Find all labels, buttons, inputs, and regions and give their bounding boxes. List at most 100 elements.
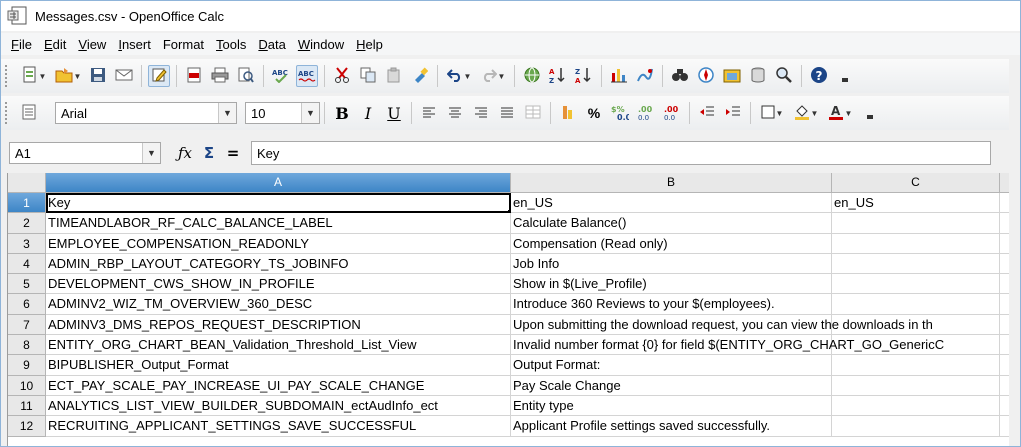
cell-c[interactable] <box>832 416 1000 437</box>
cell-d[interactable] <box>1000 294 1009 315</box>
cell-b[interactable]: Output Format: <box>511 355 832 376</box>
undo-button[interactable]: ▼ <box>444 65 474 87</box>
cut-button[interactable] <box>331 65 353 87</box>
cell-c[interactable]: en_US <box>832 193 1000 214</box>
cell-a[interactable]: ADMINV2_WIZ_TM_OVERVIEW_360_DESC <box>46 294 511 315</box>
menu-insert[interactable]: Insert <box>112 37 157 52</box>
menu-view[interactable]: View <box>72 37 112 52</box>
cell-b[interactable]: Job Info <box>511 253 832 275</box>
menu-edit[interactable]: Edit <box>38 37 72 52</box>
column-header-a[interactable]: A <box>46 173 511 193</box>
merge-cells-button[interactable] <box>522 102 544 124</box>
copy-button[interactable] <box>357 65 379 87</box>
autospellcheck-button[interactable]: ABC <box>296 65 318 87</box>
cell-b[interactable]: Entity type <box>511 395 832 417</box>
cell-b[interactable]: Pay Scale Change <box>511 375 832 396</box>
help-button[interactable]: ? <box>808 65 830 87</box>
name-box[interactable]: A1 ▼ <box>9 142 161 164</box>
redo-button[interactable]: ▼ <box>478 65 508 87</box>
row-header[interactable]: 6 <box>8 294 46 315</box>
row-header[interactable]: 8 <box>8 335 46 356</box>
cell-c[interactable] <box>832 274 1000 295</box>
background-color-button[interactable]: ▼ <box>791 102 821 124</box>
row-header[interactable]: 9 <box>8 355 46 376</box>
show-draw-functions-button[interactable] <box>634 65 656 87</box>
new-document-button[interactable]: ▼ <box>19 65 49 87</box>
column-header-d[interactable] <box>1000 173 1009 193</box>
cell-d[interactable] <box>1000 274 1009 295</box>
currency-format-button[interactable] <box>557 102 579 124</box>
cell-b[interactable]: Calculate Balance() <box>511 213 832 234</box>
cell-a[interactable]: Key <box>46 193 511 214</box>
sort-descending-button[interactable]: ZA <box>573 65 595 87</box>
cell-a[interactable]: ANALYTICS_LIST_VIEW_BUILDER_SUBDOMAIN_ec… <box>46 395 511 417</box>
menu-data[interactable]: Data <box>252 37 291 52</box>
chevron-down-icon[interactable]: ▼ <box>301 103 319 123</box>
italic-button[interactable]: I <box>357 102 379 124</box>
cell-d[interactable] <box>1000 335 1009 356</box>
chart-button[interactable] <box>608 65 630 87</box>
align-right-button[interactable] <box>470 102 492 124</box>
cell-a[interactable]: TIMEANDLABOR_RF_CALC_BALANCE_LABEL <box>46 213 511 234</box>
cell-a[interactable]: ENTITY_ORG_CHART_BEAN_Validation_Thresho… <box>46 335 511 356</box>
gallery-button[interactable] <box>721 65 743 87</box>
cell-b[interactable]: Compensation (Read only) <box>511 233 832 254</box>
save-button[interactable] <box>87 65 109 87</box>
row-header[interactable]: 2 <box>8 213 46 234</box>
cell-c[interactable] <box>832 355 1000 376</box>
cell-d[interactable] <box>1000 213 1009 234</box>
cell-d[interactable] <box>1000 315 1009 336</box>
cell-d[interactable] <box>1000 396 1009 417</box>
menu-format[interactable]: Format <box>157 37 210 52</box>
navigator-button[interactable] <box>695 65 717 87</box>
font-size-combobox[interactable]: 10 ▼ <box>245 102 320 124</box>
email-button[interactable] <box>113 65 135 87</box>
spellcheck-button[interactable]: ABC <box>270 65 292 87</box>
font-color-button[interactable]: A ▼ <box>825 102 855 124</box>
cell-a[interactable]: DEVELOPMENT_CWS_SHOW_IN_PROFILE <box>46 274 511 295</box>
cell-b[interactable]: Show in $(Live_Profile) <box>511 274 832 295</box>
increase-indent-button[interactable] <box>722 102 744 124</box>
column-header-c[interactable]: C <box>832 173 1000 193</box>
clone-formatting-button[interactable] <box>409 65 431 87</box>
align-left-button[interactable] <box>418 102 440 124</box>
chevron-down-icon[interactable]: ▼ <box>218 103 236 123</box>
justify-button[interactable] <box>496 102 518 124</box>
cell-d[interactable] <box>1000 234 1009 254</box>
cell-c[interactable] <box>832 395 1000 417</box>
cell-c[interactable] <box>832 213 1000 234</box>
paste-button[interactable] <box>383 65 405 87</box>
page-preview-button[interactable] <box>235 65 257 87</box>
open-button[interactable]: ▼ <box>53 65 83 87</box>
chevron-down-icon[interactable]: ▼ <box>142 143 160 163</box>
underline-button[interactable]: U <box>383 102 405 124</box>
formula-input[interactable]: Key <box>251 141 991 165</box>
toolbar-grip[interactable] <box>5 102 11 124</box>
row-header[interactable]: 5 <box>8 274 46 295</box>
styles-formatting-button[interactable] <box>19 102 41 124</box>
cell-a[interactable]: RECRUITING_APPLICANT_SETTINGS_SAVE_SUCCE… <box>46 416 511 437</box>
column-header-b[interactable]: B <box>511 173 832 193</box>
row-header[interactable]: 4 <box>8 253 46 275</box>
cell-a[interactable]: EMPLOYEE_COMPENSATION_READONLY <box>46 233 511 254</box>
function-wizard-button[interactable]: ƒx <box>173 142 197 164</box>
toolbar-grip[interactable] <box>5 65 11 87</box>
zoom-button[interactable] <box>773 65 795 87</box>
cell-d[interactable] <box>1000 355 1009 376</box>
row-header[interactable]: 10 <box>8 375 46 396</box>
delete-decimal-button[interactable]: .00 0.0 <box>661 102 683 124</box>
font-name-combobox[interactable]: Arial ▼ <box>55 102 237 124</box>
cell-d[interactable] <box>1000 376 1009 396</box>
hyperlink-button[interactable] <box>521 65 543 87</box>
toolbar-overflow-button[interactable] <box>834 65 856 87</box>
row-header[interactable]: 3 <box>8 233 46 254</box>
cell-d[interactable] <box>1000 193 1009 214</box>
borders-button[interactable]: ▼ <box>757 102 787 124</box>
cell-a[interactable]: ADMIN_RBP_LAYOUT_CATEGORY_TS_JOBINFO <box>46 253 511 275</box>
standard-format-button[interactable]: $%0.0 <box>609 102 632 124</box>
cell-a[interactable]: ECT_PAY_SCALE_PAY_INCREASE_UI_PAY_SCALE_… <box>46 375 511 396</box>
cell-b[interactable]: Invalid number format {0} for field $(EN… <box>511 335 944 356</box>
align-center-button[interactable] <box>444 102 466 124</box>
cell-b[interactable]: Introduce 360 Reviews to your $(employee… <box>511 294 832 315</box>
data-sources-button[interactable] <box>747 65 769 87</box>
